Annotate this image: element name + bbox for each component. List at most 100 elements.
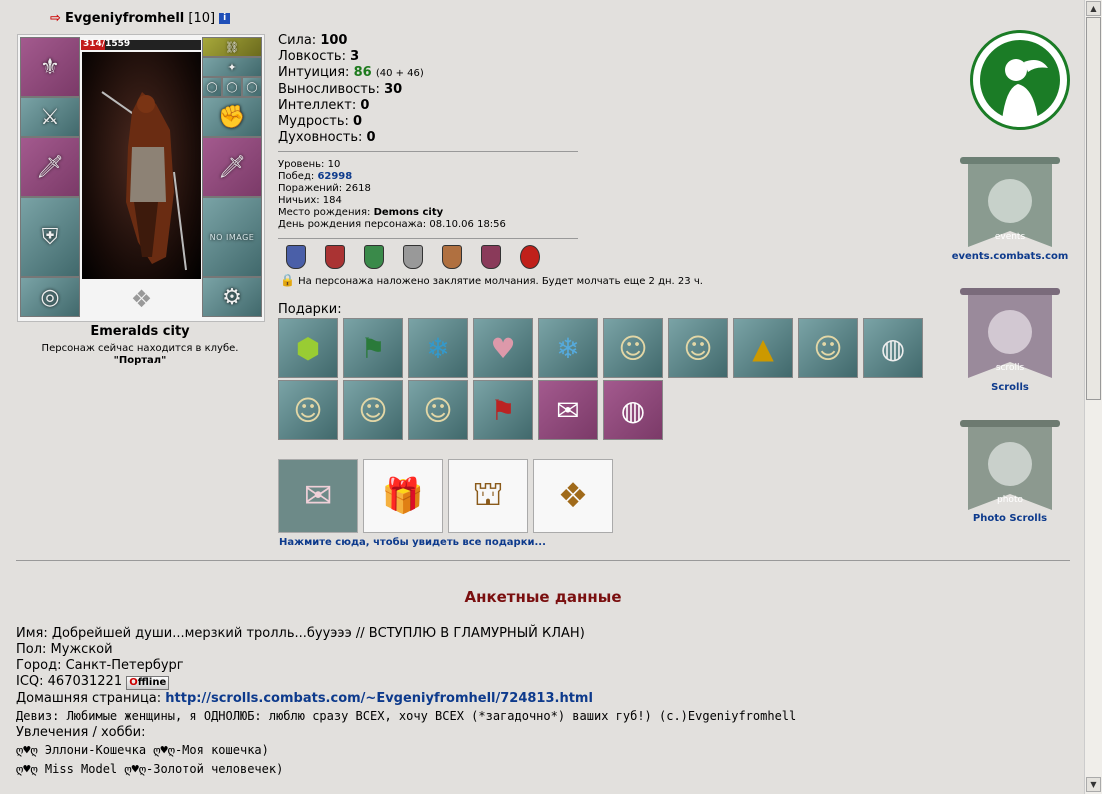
- bracers-slot[interactable]: ⚔: [20, 97, 80, 137]
- badge-icon[interactable]: [403, 245, 423, 269]
- lantern-icon: ❖: [557, 476, 589, 516]
- events-link[interactable]: events.combats.com: [949, 251, 1071, 262]
- scroll-up-icon[interactable]: ▲: [1086, 1, 1101, 16]
- ring-slot-1[interactable]: ◯: [202, 77, 222, 97]
- sword-icon: 🗡: [218, 154, 246, 180]
- helmet-icon: ⚜: [40, 54, 60, 80]
- homepage-link[interactable]: http://scrolls.combats.com/~Evgeniyfromh…: [165, 691, 593, 706]
- heart-key-icon: ♥: [490, 331, 516, 365]
- stat-wisdom: Мудрость: 0: [278, 114, 363, 129]
- belt-slot[interactable]: ◎: [20, 277, 80, 317]
- red-banner-icon: ⚑: [490, 393, 516, 427]
- stat-intellect: Интеллект: 0: [278, 98, 370, 113]
- vertical-scrollbar[interactable]: ▲ ▼: [1084, 0, 1102, 794]
- gift-item[interactable]: ♥: [473, 318, 533, 378]
- gift-item[interactable]: ❖: [533, 459, 613, 533]
- gift-item[interactable]: ☺: [278, 380, 338, 440]
- photo-fist-icon: photo: [960, 420, 1060, 510]
- hp-bar: 314/1559: [81, 39, 201, 50]
- shield-slot[interactable]: NO IMAGE: [202, 197, 262, 277]
- helmet-slot[interactable]: ⚜: [20, 37, 80, 97]
- gift-item[interactable]: ▲: [733, 318, 793, 378]
- character-info: Уровень: 10 Побед: 62998 Поражений: 2618…: [278, 159, 506, 230]
- badge-icon[interactable]: [364, 245, 384, 269]
- stat-agility: Ловкость: 3: [278, 49, 360, 64]
- section-divider: [16, 560, 1070, 561]
- wins-link[interactable]: 62998: [317, 171, 352, 182]
- arrow-icon[interactable]: ⇨: [50, 11, 61, 26]
- present-icon: 🎁: [381, 476, 425, 516]
- chain-icon: ⛓: [225, 40, 239, 54]
- silence-notice: 🔒 На персонажа наложено заклятие молчани…: [280, 273, 703, 287]
- icq-status-badge[interactable]: Offline: [126, 676, 170, 690]
- silence-lock-icon: 🔒: [280, 273, 295, 287]
- events-banner[interactable]: events: [960, 155, 1060, 254]
- gift-item[interactable]: ✉: [278, 459, 358, 533]
- ice-tree-icon: ❄: [556, 331, 580, 365]
- stat-intuition: Интуиция: 86 (40 + 46): [278, 65, 424, 80]
- ice-tree-icon: ❄: [426, 331, 450, 365]
- armor-slot[interactable]: ⛨: [20, 197, 80, 277]
- gift-item[interactable]: ⬢: [278, 318, 338, 378]
- profile-city: Город: Санкт-Петербург: [16, 658, 184, 673]
- bracer-icon: ⚔: [40, 104, 60, 130]
- gift-item[interactable]: ☺: [343, 380, 403, 440]
- ring-icon: ◯: [206, 81, 218, 93]
- all-gifts-link[interactable]: Нажмите сюда, чтобы увидеть все подарки.…: [279, 537, 546, 548]
- amulet-icon: ✦: [227, 60, 237, 74]
- scrollbar-thumb[interactable]: [1086, 17, 1101, 400]
- character-avatar: [82, 52, 201, 279]
- stat-spirit: Духовность: 0: [278, 130, 376, 145]
- boots-slot[interactable]: ⚙: [202, 277, 262, 317]
- pyramid-icon: ▲: [752, 331, 774, 365]
- divider: [278, 151, 578, 152]
- photo-scrolls-link[interactable]: Photo Scrolls: [949, 513, 1071, 524]
- stat-strength: Сила: 100: [278, 33, 348, 48]
- gift-item[interactable]: 🎁: [363, 459, 443, 533]
- scrolls-link[interactable]: Scrolls: [949, 382, 1071, 393]
- gem-icon: ⬢: [295, 331, 321, 365]
- gift-item[interactable]: ☺: [603, 318, 663, 378]
- smiley-icon: ☺: [293, 393, 323, 427]
- profile-hobby-1: ღ♥ღ Эллони-Кошечка ღ♥ღ-Моя кошечка): [16, 743, 269, 757]
- gift-item[interactable]: ☺: [668, 318, 728, 378]
- gift-item[interactable]: ✉: [538, 380, 598, 440]
- sword-icon: 🗡: [36, 154, 64, 180]
- gift-item[interactable]: ☺: [408, 380, 468, 440]
- gloves-slot[interactable]: ✊: [202, 97, 262, 137]
- gift-item[interactable]: ◍: [603, 380, 663, 440]
- ring-slot-2[interactable]: ◯: [222, 77, 242, 97]
- silence-text: На персонажа наложено заклятие молчания.…: [298, 276, 703, 287]
- svg-text:events: events: [995, 232, 1026, 242]
- gift-item[interactable]: ⚑: [473, 380, 533, 440]
- gift-item[interactable]: ❄: [408, 318, 468, 378]
- gifts-label: Подарки:: [278, 302, 342, 317]
- drum-icon: ◍: [620, 393, 646, 427]
- gift-item[interactable]: ☺: [798, 318, 858, 378]
- armor-icon: ⛨: [41, 224, 59, 250]
- banner-icon: ⚑: [360, 331, 386, 365]
- portal-logo[interactable]: [970, 30, 1070, 130]
- character-level: [10]: [188, 11, 216, 26]
- profile-homepage: Домашняя страница: http://scrolls.combat…: [16, 691, 593, 706]
- stats-block: Сила: 100 Ловкость: 3 Интуиция: 86 (40 +…: [278, 33, 424, 146]
- gift-item[interactable]: ⚑: [343, 318, 403, 378]
- gift-item[interactable]: ⛫: [448, 459, 528, 533]
- badge-icon[interactable]: [325, 245, 345, 269]
- no-image-label: NO IMAGE: [209, 232, 255, 242]
- scroll-down-icon[interactable]: ▼: [1086, 777, 1101, 792]
- weapon-left-slot[interactable]: 🗡: [20, 137, 80, 197]
- gift-item[interactable]: ❄: [538, 318, 598, 378]
- badge-icon[interactable]: [286, 245, 306, 269]
- ring-slot[interactable]: ⛓: [202, 37, 262, 57]
- gift-item[interactable]: ◍: [863, 318, 923, 378]
- photo-banner[interactable]: photo: [960, 418, 1060, 517]
- info-icon[interactable]: i: [219, 13, 231, 24]
- earring-slot[interactable]: ✦: [202, 57, 262, 77]
- badge-icon[interactable]: [481, 245, 501, 269]
- badge-icon[interactable]: [442, 245, 462, 269]
- scrolls-banner[interactable]: scrolls: [960, 286, 1060, 385]
- ring-slot-3[interactable]: ◯: [242, 77, 262, 97]
- badge-icon[interactable]: [520, 245, 540, 269]
- weapon-right-slot[interactable]: 🗡: [202, 137, 262, 197]
